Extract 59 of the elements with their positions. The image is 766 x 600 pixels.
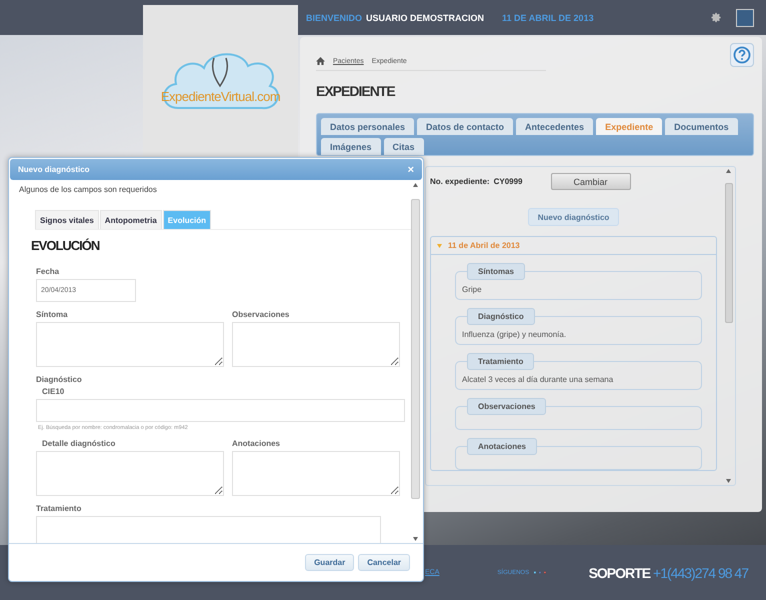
user-name: USUARIO DEMOSTRACION <box>366 12 484 22</box>
avatar[interactable] <box>736 8 754 26</box>
text-area[interactable] <box>232 451 400 496</box>
tab[interactable]: Imágenes <box>321 138 381 155</box>
support-phone: +1(443)274 98 47 <box>653 564 748 580</box>
record-number: CY0999 <box>494 177 522 186</box>
field-label: Diagnóstico <box>36 375 83 384</box>
date-text: 11 DE ABRIL DE 2013 <box>502 12 594 22</box>
search-field[interactable] <box>36 399 405 422</box>
dialog-button[interactable]: Guardar <box>305 554 354 571</box>
field-label: Anotaciones <box>232 439 282 448</box>
settings-icon[interactable] <box>711 12 722 23</box>
up-arrow-icon <box>726 169 731 173</box>
page-title: EXPEDIENTE <box>316 83 396 99</box>
tab[interactable]: Documentos <box>665 118 738 135</box>
logo-text: ExpedienteVirtual.com <box>160 88 280 104</box>
support-label: SOPORTE <box>588 564 650 580</box>
section-title: Tratamiento <box>467 353 534 370</box>
entry-date: 11 de Abril de 2013 <box>448 241 520 250</box>
tab[interactable]: Signos vitales <box>35 210 99 229</box>
text-area[interactable] <box>232 322 400 367</box>
section-text: Gripe <box>462 285 482 294</box>
field-label: Tratamiento <box>36 504 82 513</box>
section-text: Alcatel 3 veces al día durante una semana <box>462 375 614 384</box>
text-area[interactable] <box>36 322 224 367</box>
tab[interactable]: Citas <box>384 138 424 155</box>
home-icon[interactable] <box>316 57 325 65</box>
section-title: Observaciones <box>467 398 546 415</box>
record-label: No. expediente: <box>430 177 490 186</box>
welcome-text: BIENVENIDO <box>306 12 362 22</box>
section-title: Síntomas <box>467 263 526 280</box>
new-diagnosis-button[interactable]: Nuevo diagnóstico <box>528 208 620 226</box>
field-label: Fecha <box>36 267 60 276</box>
up-arrow-icon <box>413 183 418 187</box>
close-button[interactable]: × <box>408 164 414 176</box>
tab[interactable]: Antopometria <box>100 210 162 229</box>
help-icon <box>733 46 751 64</box>
section-title: Anotaciones <box>467 438 538 455</box>
field-label: Síntoma <box>36 310 69 319</box>
change-button[interactable]: Cambiar <box>550 173 630 190</box>
tab[interactable]: Expediente <box>596 118 662 135</box>
text-area[interactable] <box>36 451 224 496</box>
field-label: CIE10 <box>42 387 66 396</box>
field-label: Detalle diagnóstico <box>42 439 116 448</box>
field-label: Observaciones <box>232 310 290 319</box>
required-note: Algunos de los campos son requeridos <box>19 185 158 194</box>
help-button[interactable] <box>730 43 754 67</box>
tab[interactable]: Datos de contacto <box>417 118 514 135</box>
scrollbar[interactable] <box>724 169 733 483</box>
down-arrow-icon <box>726 479 731 483</box>
down-arrow-icon <box>413 537 418 541</box>
tab[interactable]: Datos personales <box>321 118 414 135</box>
tab[interactable]: Antecedentes <box>516 118 594 135</box>
section-text: Influenza (gripe) y neumonía. <box>462 330 566 339</box>
dialog-button[interactable]: Cancelar <box>358 554 410 571</box>
section-heading: EVOLUCIÓN <box>31 238 100 253</box>
section-title: Diagnóstico <box>467 308 535 325</box>
dialog-title: Nuevo diagnóstico <box>18 165 90 174</box>
scrollbar[interactable] <box>411 183 420 541</box>
